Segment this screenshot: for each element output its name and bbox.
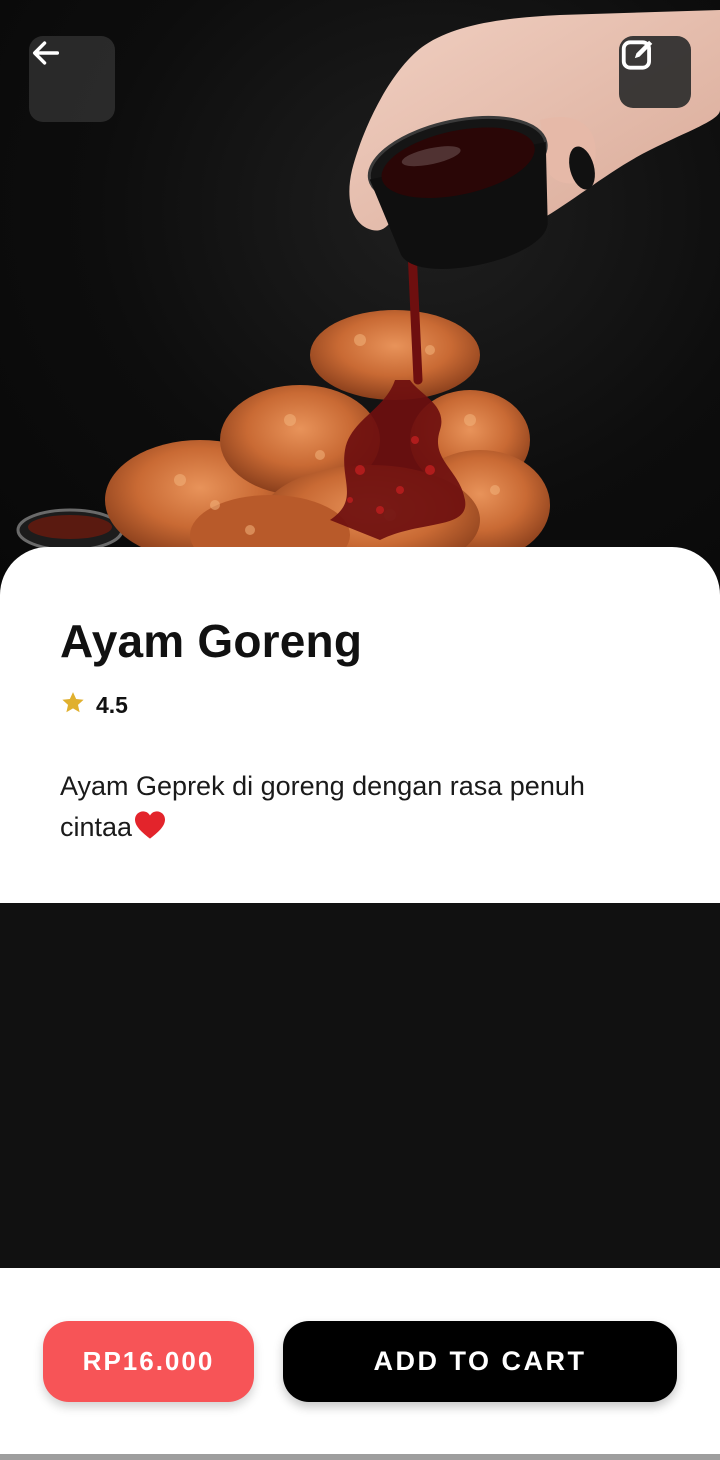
- price-button[interactable]: RP16.000: [43, 1321, 254, 1402]
- edit-button[interactable]: [619, 36, 691, 108]
- back-button[interactable]: [29, 36, 115, 122]
- rating: 4.5: [60, 690, 128, 721]
- empty-content-area: [0, 903, 720, 1268]
- rating-value: 4.5: [96, 692, 128, 718]
- heart-icon: [133, 810, 167, 852]
- add-to-cart-button[interactable]: ADD TO CART: [283, 1321, 677, 1402]
- product-description: Ayam Geprek di goreng dengan rasa penuh …: [60, 766, 660, 852]
- product-hero-image: [0, 0, 720, 600]
- product-name: Ayam Goreng: [60, 615, 363, 667]
- home-indicator: [0, 1454, 720, 1460]
- star-icon: [60, 690, 86, 721]
